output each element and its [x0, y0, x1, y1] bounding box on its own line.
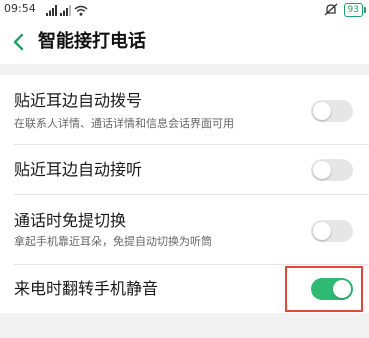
battery-icon: 93	[343, 3, 367, 17]
setting-row-auto-answer[interactable]: 贴近耳边自动接听	[0, 145, 369, 195]
toggle-knob	[313, 222, 331, 240]
chevron-left-icon[interactable]	[8, 29, 30, 55]
auto-answer-toggle[interactable]	[311, 159, 353, 181]
setting-title: 贴近耳边自动拨号	[14, 91, 143, 110]
status-bar: 09:54 93	[0, 0, 369, 20]
toggle-knob	[313, 102, 331, 120]
status-time: 09:54	[4, 2, 36, 15]
status-icons-right: 93	[324, 1, 367, 20]
speaker-switch-toggle[interactable]	[311, 220, 353, 242]
signal-icon	[46, 1, 57, 20]
settings-card: 贴近耳边自动拨号 在联系人详情、通话详情和信息会话界面可用 贴近耳边自动接听 通…	[0, 75, 369, 313]
flip-mute-toggle[interactable]	[311, 278, 353, 300]
setting-row-speaker-switch[interactable]: 通话时免提切换 拿起手机靠近耳朵，免提自动切换为听筒	[0, 195, 369, 265]
status-icons-left	[46, 3, 88, 17]
auto-dial-toggle[interactable]	[311, 100, 353, 122]
setting-subtitle: 在联系人详情、通话详情和信息会话界面可用	[14, 117, 234, 130]
signal-icon	[60, 1, 71, 20]
setting-title: 通话时免提切换	[14, 211, 127, 230]
page-title: 智能接打电话	[38, 31, 146, 52]
setting-row-flip-mute[interactable]: 来电时翻转手机静音	[0, 265, 369, 313]
setting-title: 来电时翻转手机静音	[14, 279, 159, 298]
mute-icon	[324, 1, 338, 20]
toggle-knob	[333, 280, 351, 298]
setting-subtitle: 拿起手机靠近耳朵，免提自动切换为听筒	[14, 235, 212, 248]
header: 智能接打电话	[0, 20, 369, 64]
wifi-icon	[74, 1, 88, 20]
setting-row-auto-dial[interactable]: 贴近耳边自动拨号 在联系人详情、通话详情和信息会话界面可用	[0, 75, 369, 145]
setting-title: 贴近耳边自动接听	[14, 160, 143, 179]
toggle-knob	[313, 161, 331, 179]
